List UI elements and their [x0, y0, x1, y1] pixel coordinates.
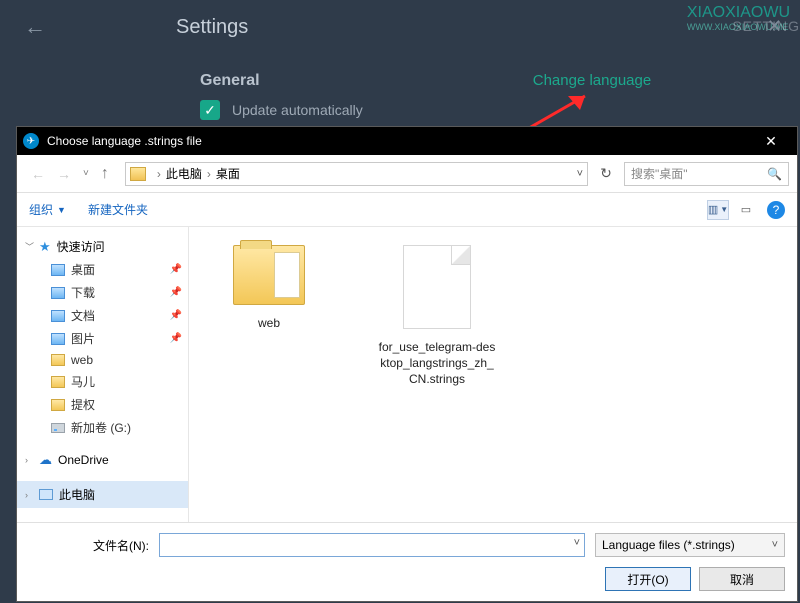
- filename-input[interactable]: ˅: [159, 533, 585, 557]
- new-folder-button[interactable]: 新建文件夹: [88, 201, 148, 218]
- folder-icon: [51, 310, 65, 322]
- sidebar-item-desktop[interactable]: 桌面📌: [17, 258, 188, 281]
- refresh-button[interactable]: ↻: [594, 165, 618, 182]
- sidebar-item-downloads[interactable]: 下载📌: [17, 281, 188, 304]
- pin-icon: 📌: [170, 333, 182, 344]
- folder-icon: [51, 264, 65, 276]
- file-label: for_use_telegram-desktop_langstrings_zh_…: [377, 339, 497, 388]
- folder-icon: [233, 245, 305, 305]
- sidebar-item-documents[interactable]: 文档📌: [17, 304, 188, 327]
- preview-pane-button[interactable]: ▭: [735, 200, 757, 220]
- close-settings-icon[interactable]: ✕: [767, 16, 782, 37]
- sidebar-quick-access[interactable]: ﹀★快速访问: [17, 235, 188, 258]
- telegram-icon: ✈: [23, 133, 39, 149]
- chevron-down-icon: ▼: [57, 205, 66, 215]
- address-dropdown-icon[interactable]: ˅: [577, 168, 583, 180]
- dialog-close-button[interactable]: ✕: [751, 133, 791, 150]
- path-root[interactable]: 此电脑: [166, 165, 202, 182]
- sidebar-item-maer[interactable]: 马儿: [17, 370, 188, 393]
- search-placeholder: 搜索"桌面": [631, 165, 688, 182]
- folder-icon: [51, 399, 65, 411]
- folder-icon: [130, 167, 146, 181]
- sidebar-onedrive[interactable]: ›☁OneDrive: [17, 449, 188, 471]
- nav-up-button[interactable]: ↑: [95, 161, 115, 187]
- file-list[interactable]: web for_use_telegram-desktop_langstrings…: [189, 227, 797, 522]
- file-item-strings[interactable]: for_use_telegram-desktop_langstrings_zh_…: [377, 245, 497, 388]
- dialog-navbar: ← → ˅ ↑ › 此电脑 › 桌面 ˅ ↻ 搜索"桌面" 🔍: [17, 155, 797, 193]
- cloud-icon: ☁: [39, 452, 52, 468]
- sidebar-item-web[interactable]: web: [17, 350, 188, 370]
- dialog-toolbar: 组织▼ 新建文件夹 ▥▼ ▭ ?: [17, 193, 797, 227]
- dialog-sidebar: ﹀★快速访问 桌面📌 下载📌 文档📌 图片📌 web 马儿 提权 新加卷 (G:…: [17, 227, 189, 522]
- caret-right-icon: ›: [25, 490, 28, 500]
- drive-icon: [51, 423, 65, 433]
- pin-icon: 📌: [170, 264, 182, 275]
- star-icon: ★: [39, 239, 51, 255]
- nav-back-button[interactable]: ←: [25, 162, 51, 186]
- change-language-link[interactable]: Change language: [533, 72, 651, 89]
- pin-icon: 📌: [170, 287, 182, 298]
- folder-icon: [51, 354, 65, 366]
- sidebar-item-pictures[interactable]: 图片📌: [17, 327, 188, 350]
- nav-forward-button[interactable]: →: [51, 162, 77, 186]
- open-button[interactable]: 打开(O): [605, 567, 691, 591]
- nav-recent-dropdown[interactable]: ˅: [77, 164, 95, 183]
- pc-icon: [39, 489, 53, 500]
- file-item-folder[interactable]: web: [209, 245, 329, 331]
- folder-icon: [51, 333, 65, 345]
- organize-menu[interactable]: 组织▼: [29, 201, 66, 218]
- sidebar-this-pc[interactable]: ›此电脑: [17, 481, 188, 508]
- sidebar-item-drive-g[interactable]: 新加卷 (G:): [17, 416, 188, 439]
- search-input[interactable]: 搜索"桌面" 🔍: [624, 162, 789, 186]
- view-mode-button[interactable]: ▥▼: [707, 200, 729, 220]
- pin-icon: 📌: [170, 310, 182, 321]
- path-folder[interactable]: 桌面: [216, 165, 240, 182]
- caret-right-icon: ›: [25, 455, 28, 465]
- folder-icon: [51, 376, 65, 388]
- filetype-select[interactable]: Language files (*.strings) ˅: [595, 533, 785, 557]
- cancel-button[interactable]: 取消: [699, 567, 785, 591]
- file-icon: [403, 245, 471, 329]
- back-arrow-icon[interactable]: ←: [24, 14, 46, 40]
- dialog-titlebar: ✈ Choose language .strings file ✕: [17, 127, 797, 155]
- caret-down-icon: ﹀: [25, 240, 34, 253]
- update-auto-checkbox[interactable]: ✓: [200, 100, 220, 120]
- settings-title: Settings: [176, 16, 248, 39]
- sidebar-item-tiquan[interactable]: 提权: [17, 393, 188, 416]
- dialog-title: Choose language .strings file: [47, 134, 202, 148]
- file-dialog: ✈ Choose language .strings file ✕ ← → ˅ …: [16, 126, 798, 602]
- chevron-down-icon: ˅: [772, 539, 778, 551]
- chevron-down-icon[interactable]: ˅: [574, 537, 580, 549]
- folder-icon: [51, 287, 65, 299]
- file-label: web: [209, 315, 329, 331]
- path-sep-icon: ›: [207, 167, 211, 181]
- filename-label: 文件名(N):: [29, 537, 149, 554]
- address-bar[interactable]: › 此电脑 › 桌面 ˅: [125, 162, 588, 186]
- general-heading: General: [200, 72, 363, 90]
- update-auto-label: Update automatically: [232, 102, 363, 118]
- search-icon: 🔍: [767, 167, 782, 181]
- path-sep-icon: ›: [157, 167, 161, 181]
- help-button[interactable]: ?: [767, 201, 785, 219]
- dialog-footer: 文件名(N): ˅ Language files (*.strings) ˅ 打…: [17, 522, 797, 601]
